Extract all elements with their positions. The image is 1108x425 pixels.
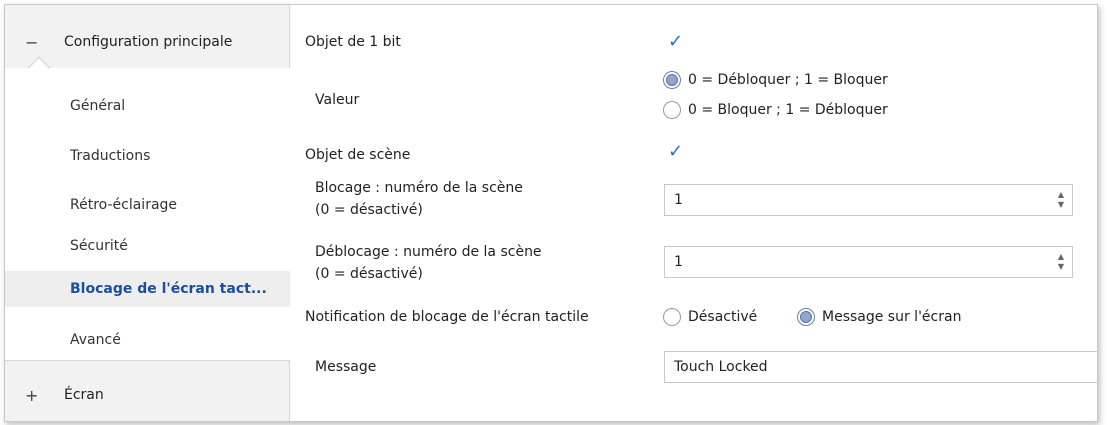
blocage-label: Blocage : numéro de la scène bbox=[315, 180, 523, 196]
objscene-label: Objet de scène bbox=[305, 147, 411, 163]
group-label: Configuration principale bbox=[64, 34, 233, 50]
sidebar-item-label: Général bbox=[70, 98, 126, 114]
deblocage-sublabel: (0 = désactivé) bbox=[315, 266, 423, 282]
valeur-label: Valeur bbox=[315, 92, 360, 108]
blocage-sublabel: (0 = désactivé) bbox=[315, 202, 423, 218]
deblocage-scene-spinbox[interactable]: 1 ▲ ▼ bbox=[664, 246, 1073, 278]
sidebar-item-label: Blocage de l'écran tact... bbox=[70, 281, 267, 297]
sidebar-item-label: Rétro-éclairage bbox=[70, 197, 178, 213]
obj1bit-label: Objet de 1 bit bbox=[305, 34, 401, 50]
spin-arrows[interactable]: ▲ ▼ bbox=[1056, 252, 1066, 272]
notification-label: Notification de blocage de l'écran tacti… bbox=[305, 309, 589, 325]
collapse-icon[interactable]: − bbox=[25, 33, 45, 52]
radio-selected[interactable] bbox=[797, 308, 815, 326]
spin-down-icon[interactable]: ▼ bbox=[1056, 200, 1066, 210]
message-input[interactable]: Touch Locked bbox=[664, 351, 1097, 383]
spinbox-value: 1 bbox=[674, 254, 683, 270]
group-label: Écran bbox=[64, 387, 104, 403]
spin-up-icon[interactable]: ▲ bbox=[1056, 190, 1066, 200]
sidebar-item-avance[interactable]: Avancé bbox=[5, 322, 290, 358]
radio-label: 0 = Débloquer ; 1 = Bloquer bbox=[688, 72, 888, 88]
sidebar-item-general[interactable]: Général bbox=[5, 88, 290, 124]
group-configuration-principale[interactable]: − Configuration principale bbox=[5, 19, 290, 65]
spin-down-icon[interactable]: ▼ bbox=[1056, 262, 1066, 272]
valeur-option-2[interactable]: 0 = Bloquer ; 1 = Débloquer bbox=[663, 101, 888, 119]
radio-unselected[interactable] bbox=[663, 308, 681, 326]
notification-option-message[interactable]: Message sur l'écran bbox=[797, 308, 961, 326]
sidebar-item-label: Traductions bbox=[70, 148, 151, 164]
spin-arrows[interactable]: ▲ ▼ bbox=[1056, 190, 1066, 210]
radio-unselected[interactable] bbox=[663, 101, 681, 119]
divider bbox=[5, 360, 290, 361]
parameters-panel: Objet de 1 bit ✓ Valeur 0 = Débloquer ; … bbox=[301, 5, 1097, 421]
sidebar-item-securite[interactable]: Sécurité bbox=[5, 228, 290, 264]
objscene-checkbox[interactable]: ✓ bbox=[668, 143, 686, 161]
message-label: Message bbox=[315, 359, 377, 375]
sidebar-item-label: Avancé bbox=[70, 332, 121, 348]
sidebar: − Configuration principale Général Tradu… bbox=[5, 5, 290, 421]
radio-label: Désactivé bbox=[688, 309, 758, 325]
group-ecran[interactable]: + Écran bbox=[5, 372, 290, 418]
message-value: Touch Locked bbox=[674, 359, 768, 375]
blocage-scene-spinbox[interactable]: 1 ▲ ▼ bbox=[664, 184, 1073, 216]
sidebar-item-retro-eclairage[interactable]: Rétro-éclairage bbox=[5, 187, 290, 223]
expand-icon[interactable]: + bbox=[25, 386, 45, 405]
sidebar-item-traductions[interactable]: Traductions bbox=[5, 138, 290, 174]
radio-selected[interactable] bbox=[663, 71, 681, 89]
valeur-option-1[interactable]: 0 = Débloquer ; 1 = Bloquer bbox=[663, 71, 888, 89]
notification-option-desactive[interactable]: Désactivé bbox=[663, 308, 757, 326]
settings-window: − Configuration principale Général Tradu… bbox=[4, 4, 1098, 422]
sidebar-item-label: Sécurité bbox=[70, 238, 128, 254]
spin-up-icon[interactable]: ▲ bbox=[1056, 252, 1066, 262]
sidebar-item-blocage-ecran-tactile[interactable]: Blocage de l'écran tact... bbox=[5, 271, 290, 307]
subnav: Général Traductions Rétro-éclairage Sécu… bbox=[5, 68, 290, 360]
obj1bit-checkbox[interactable]: ✓ bbox=[668, 33, 686, 51]
radio-label: 0 = Bloquer ; 1 = Débloquer bbox=[688, 102, 888, 118]
spinbox-value: 1 bbox=[674, 192, 683, 208]
deblocage-label: Déblocage : numéro de la scène bbox=[315, 244, 542, 260]
radio-label: Message sur l'écran bbox=[822, 309, 962, 325]
